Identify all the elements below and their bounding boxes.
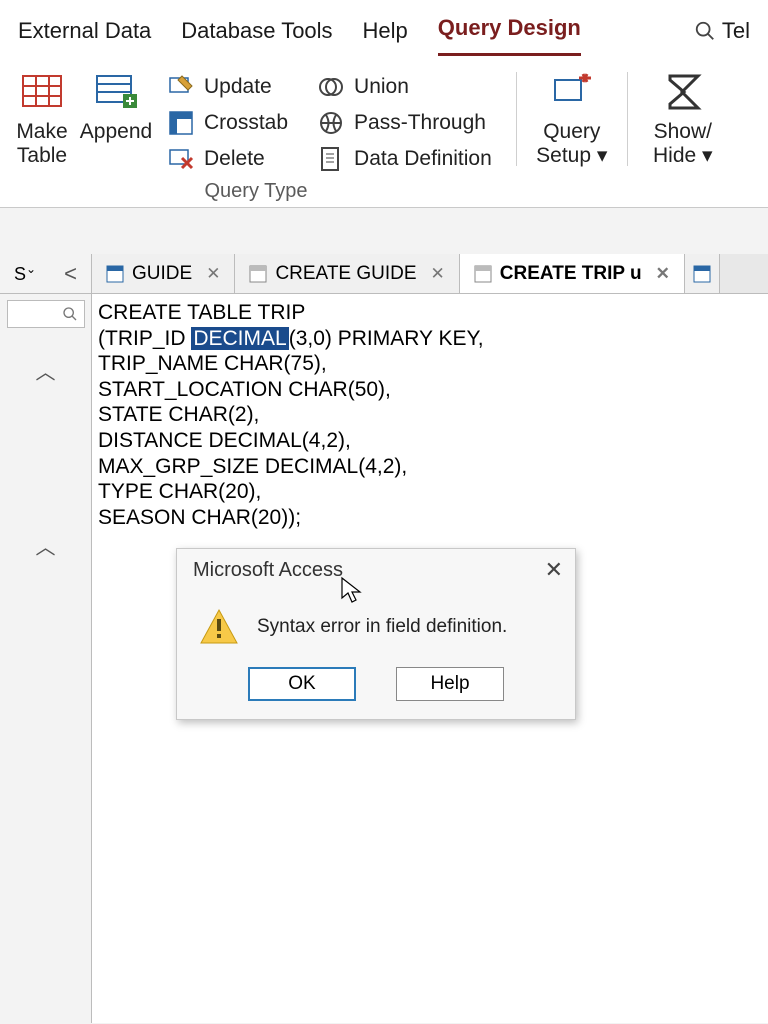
datadefinition-button[interactable]: Data Definition: [318, 146, 492, 172]
delete-button[interactable]: Delete: [168, 146, 288, 172]
crosstab-button[interactable]: Crosstab: [168, 110, 288, 136]
help-button[interactable]: Help: [396, 667, 504, 701]
menu-external-data[interactable]: External Data: [18, 18, 151, 56]
query-setup-button[interactable]: Query Setup ▾: [527, 66, 617, 172]
dialog-title: Microsoft Access: [193, 559, 343, 582]
close-icon[interactable]: ✕: [656, 264, 670, 284]
sql-line: CREATE TABLE TRIP: [98, 300, 762, 326]
collapse-caret-2[interactable]: ︿: [36, 531, 56, 560]
table-icon: [106, 265, 124, 283]
passthrough-label: Pass-Through: [354, 111, 486, 135]
sql-line: STATE CHAR(2),: [98, 402, 762, 428]
sql-line: (TRIP_ID DECIMAL(3,0) PRIMARY KEY,: [98, 326, 762, 352]
delete-icon: [168, 146, 194, 172]
query-type-group-label: Query Type: [176, 180, 336, 203]
append-icon: [93, 70, 139, 116]
ribbon: Make Table Append Update: [0, 56, 768, 208]
sql-line: SEASON CHAR(20));: [98, 505, 762, 531]
tab-guide[interactable]: GUIDE ✕: [92, 254, 235, 293]
show-hide-button[interactable]: Show/ Hide ▾: [638, 66, 728, 172]
table-icon: [693, 265, 711, 283]
tell-me-search[interactable]: Tel: [694, 18, 750, 56]
gutter-search[interactable]: [7, 300, 85, 328]
crosstab-icon: [168, 110, 194, 136]
append-button[interactable]: Append: [80, 66, 152, 172]
union-button[interactable]: Union: [318, 74, 492, 100]
union-icon: [318, 74, 344, 100]
tab-overflow[interactable]: [685, 254, 720, 293]
ribbon-divider: [516, 72, 517, 166]
query-icon: [474, 265, 492, 283]
query-setup-icon: [549, 70, 595, 116]
crosstab-label: Crosstab: [204, 111, 288, 135]
tab-label: GUIDE: [132, 263, 192, 285]
passthrough-button[interactable]: Pass-Through: [318, 110, 492, 136]
sql-line: START_LOCATION CHAR(50),: [98, 377, 762, 403]
tell-me-label: Tel: [722, 18, 750, 44]
sort-indicator-icon[interactable]: S⌄: [14, 262, 36, 285]
top-menubar: External Data Database Tools Help Query …: [0, 0, 768, 56]
datadefinition-label: Data Definition: [354, 147, 492, 171]
sql-line: DISTANCE DECIMAL(4,2),: [98, 428, 762, 454]
datadefinition-icon: [318, 146, 344, 172]
sql-line: TYPE CHAR(20),: [98, 479, 762, 505]
search-icon: [62, 306, 78, 322]
sql-highlight: DECIMAL: [191, 327, 288, 350]
delete-label: Delete: [204, 147, 265, 171]
menu-query-design[interactable]: Query Design: [438, 15, 581, 56]
update-button[interactable]: Update: [168, 74, 288, 100]
update-label: Update: [204, 75, 272, 99]
warning-icon: [199, 607, 239, 647]
menu-database-tools[interactable]: Database Tools: [181, 18, 332, 56]
query-setup-label: Query Setup ▾: [536, 120, 607, 168]
tabbar-left-controls: S⌄ <: [0, 254, 92, 293]
tab-label: CREATE GUIDE: [275, 263, 416, 285]
tab-create-trip[interactable]: CREATE TRIP u ✕: [460, 254, 685, 293]
make-table-label: Make Table: [16, 120, 67, 168]
close-icon[interactable]: ✕: [431, 264, 445, 284]
scroll-left-button[interactable]: <: [64, 261, 77, 287]
ok-button[interactable]: OK: [248, 667, 356, 701]
sigma-icon: [660, 70, 706, 116]
union-label: Union: [354, 75, 409, 99]
navigation-gutter: ︿ ︿: [0, 294, 92, 1023]
object-tabbar: S⌄ < GUIDE ✕ CREATE GUIDE ✕ CREATE TRIP …: [0, 254, 768, 294]
chevron-down-icon: ▾: [597, 144, 608, 167]
chevron-down-icon: ▾: [702, 144, 713, 167]
dialog-message: Syntax error in field definition.: [257, 616, 507, 638]
sql-line: TRIP_NAME CHAR(75),: [98, 351, 762, 377]
collapse-caret-1[interactable]: ︿: [36, 356, 56, 385]
query-icon: [249, 265, 267, 283]
menu-help[interactable]: Help: [363, 18, 408, 56]
error-dialog: Microsoft Access ✕ Syntax error in field…: [176, 548, 576, 720]
passthrough-icon: [318, 110, 344, 136]
tab-create-guide[interactable]: CREATE GUIDE ✕: [235, 254, 459, 293]
close-icon[interactable]: ✕: [545, 557, 563, 583]
update-icon: [168, 74, 194, 100]
ribbon-divider-2: [627, 72, 628, 166]
make-table-button[interactable]: Make Table: [6, 66, 78, 172]
show-hide-label: Show/ Hide ▾: [653, 120, 713, 168]
make-table-icon: [19, 70, 65, 116]
append-label: Append: [80, 120, 152, 144]
search-icon: [694, 20, 716, 42]
sql-line: MAX_GRP_SIZE DECIMAL(4,2),: [98, 454, 762, 480]
dialog-titlebar[interactable]: Microsoft Access ✕: [177, 549, 575, 591]
close-icon[interactable]: ✕: [206, 264, 220, 284]
tab-label: CREATE TRIP u: [500, 263, 642, 285]
